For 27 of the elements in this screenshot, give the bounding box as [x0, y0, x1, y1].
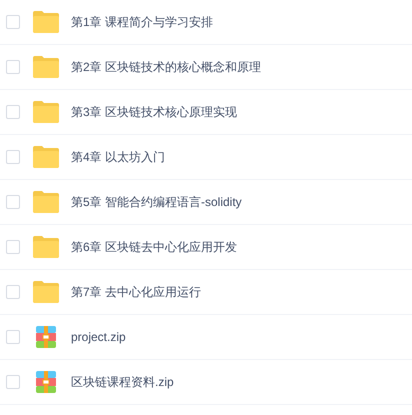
archive-icon: [36, 371, 56, 393]
folder-icon: [33, 11, 59, 33]
checkbox[interactable]: [6, 240, 20, 254]
checkbox[interactable]: [6, 375, 20, 389]
folder-icon: [33, 191, 59, 213]
file-name[interactable]: 第7章 去中心化应用运行: [71, 283, 202, 301]
checkbox[interactable]: [6, 285, 20, 299]
folder-icon: [33, 56, 59, 78]
file-name[interactable]: 第6章 区块链去中心化应用开发: [71, 238, 238, 256]
file-name[interactable]: 第2章 区块链技术的核心概念和原理: [71, 58, 262, 76]
file-name[interactable]: project.zip: [71, 328, 126, 346]
checkbox[interactable]: [6, 330, 20, 344]
folder-icon: [33, 236, 59, 258]
checkbox[interactable]: [6, 105, 20, 119]
folder-icon: [33, 146, 59, 168]
file-name[interactable]: 第4章 以太坊入门: [71, 148, 166, 166]
folder-icon: [33, 101, 59, 123]
file-name[interactable]: 第3章 区块链技术核心原理实现: [71, 103, 238, 121]
file-name[interactable]: 第5章 智能合约编程语言-solidity: [71, 193, 242, 211]
checkbox[interactable]: [6, 60, 20, 74]
checkbox[interactable]: [6, 150, 20, 164]
archive-icon: [36, 326, 56, 348]
checkbox[interactable]: [6, 15, 20, 29]
file-name[interactable]: 区块链课程资料.zip: [71, 373, 174, 391]
checkbox[interactable]: [6, 195, 20, 209]
file-name[interactable]: 第1章 课程简介与学习安排: [71, 13, 214, 31]
folder-icon: [33, 281, 59, 303]
